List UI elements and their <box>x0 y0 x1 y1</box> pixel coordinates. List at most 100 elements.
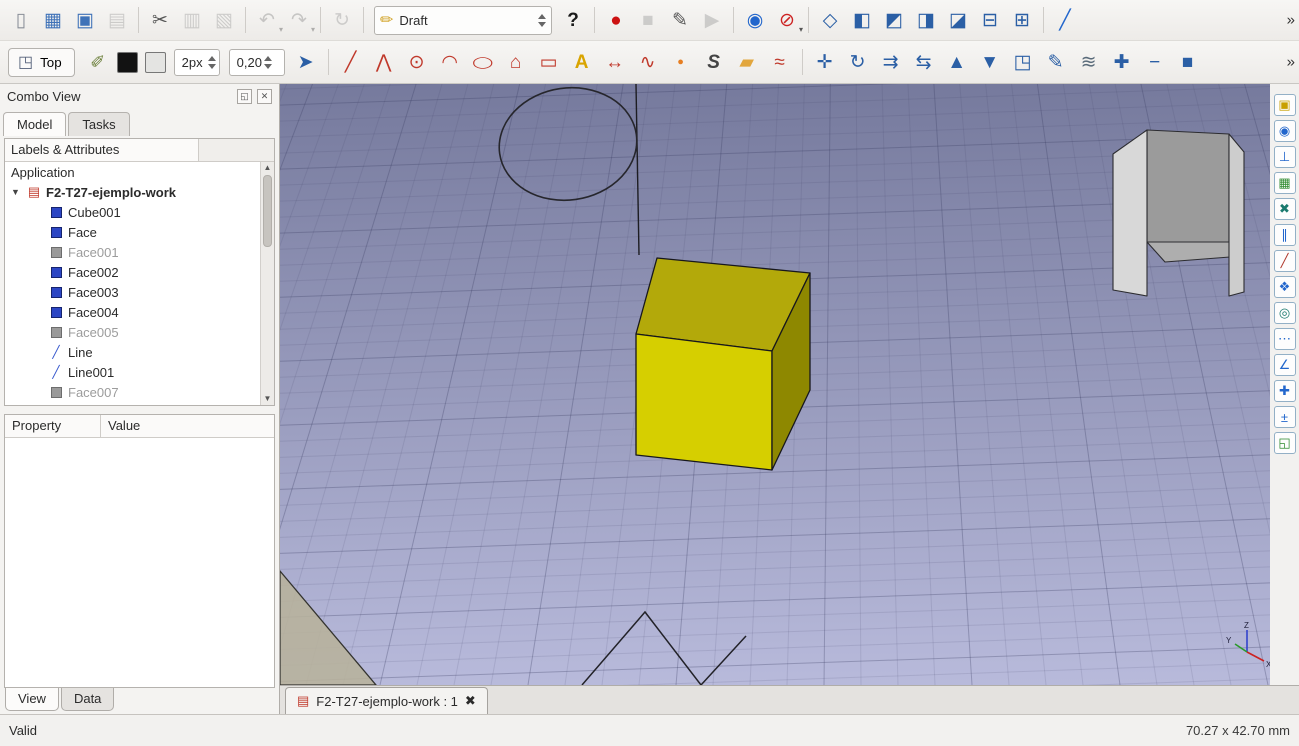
snap-grid-button[interactable]: ▦ <box>1273 172 1296 194</box>
snap-parallel-button[interactable]: ∥ <box>1273 224 1296 246</box>
undo-button[interactable]: ↶ ▾ <box>252 5 283 35</box>
snap-perpendicular-button[interactable]: ⊥ <box>1273 146 1296 168</box>
tree-item[interactable]: ▼ ▤ F2-T27-ejemplo-work <box>5 182 260 202</box>
draft-point-button[interactable]: ● <box>666 47 696 77</box>
measure-distance-button[interactable]: ╱ <box>1050 5 1080 35</box>
open-document-button[interactable]: ▦ <box>38 5 68 35</box>
dropdown-caret[interactable]: ▾ <box>799 25 803 34</box>
whats-this-button[interactable]: ? <box>558 5 588 35</box>
line-color-swatch[interactable] <box>116 51 138 73</box>
prism-right-face[interactable] <box>1228 133 1245 297</box>
tree-item[interactable]: ╱ Line001 <box>5 362 260 382</box>
draft-add-point-button[interactable]: ✚ <box>1107 47 1137 77</box>
toolbar-overflow-chevron[interactable]: » <box>1287 54 1295 71</box>
tree-item[interactable]: ╱ Line <box>5 342 260 362</box>
property-column-header[interactable]: Property <box>5 415 101 437</box>
prism-inner-back-face[interactable] <box>1146 129 1230 243</box>
draft-polygon-button[interactable]: ⌂ <box>501 47 531 77</box>
draft-trimex-button[interactable]: ⇆ <box>909 47 939 77</box>
3d-viewport[interactable]: Z Y X <box>280 84 1270 685</box>
tree-item[interactable]: Application <box>5 162 260 182</box>
tree-item[interactable]: Face <box>5 222 260 242</box>
draft-arc-button[interactable]: ◠ <box>435 47 465 77</box>
draw-style-button[interactable]: ⊘ ▾ <box>772 5 803 35</box>
macro-edit-button[interactable]: ✎ <box>665 5 695 35</box>
tree-item[interactable]: Cube001 <box>5 202 260 222</box>
spin-up-arrow[interactable] <box>263 55 272 61</box>
document-tab[interactable]: ▤ F2-T27-ejemplo-work : 1 ✖ <box>285 687 488 714</box>
draft-line-button[interactable]: ╱ <box>336 47 366 77</box>
yellow-cube[interactable] <box>635 257 811 471</box>
face-color-swatch[interactable] <box>144 51 166 73</box>
tree-item[interactable] <box>5 402 260 405</box>
tree-expander-icon[interactable]: ▼ <box>11 187 22 197</box>
view-right-button[interactable]: ◨ <box>911 5 941 35</box>
draft-downgrade-button[interactable]: ▼ <box>975 47 1005 77</box>
dropdown-caret[interactable]: ▾ <box>279 25 283 34</box>
draft-wire-to-bspline-button[interactable]: ≋ <box>1074 47 1104 77</box>
dropdown-caret[interactable]: ▾ <box>311 25 315 34</box>
view-axonometric-button[interactable]: ◇ <box>815 5 845 35</box>
tree-item[interactable]: Face001 <box>5 242 260 262</box>
tree-item[interactable]: Face004 <box>5 302 260 322</box>
close-tab-icon[interactable]: ✖ <box>465 693 476 709</box>
macro-record-button[interactable]: ● <box>601 5 631 35</box>
snap-dimensions-button[interactable]: ± <box>1273 406 1296 428</box>
draft-rotate-button[interactable]: ↻ <box>843 47 873 77</box>
draft-remove-point-button[interactable]: − <box>1140 47 1170 77</box>
refresh-button[interactable]: ↻ <box>327 5 357 35</box>
snap-intersection-button[interactable]: ✖ <box>1273 198 1296 220</box>
copy-button[interactable]: ▥ <box>177 5 207 35</box>
draft-text-button[interactable]: A <box>567 47 597 77</box>
spin-down-arrow[interactable] <box>538 21 546 27</box>
snap-ortho-button[interactable]: ◎ <box>1273 302 1296 324</box>
macro-stop-button[interactable]: ■ <box>633 5 663 35</box>
draft-bezier-button[interactable]: ≈ <box>765 47 795 77</box>
draft-wire-button[interactable]: ⋀ <box>369 47 399 77</box>
tree-item[interactable]: Face002 <box>5 262 260 282</box>
close-panel-button[interactable]: ✕ <box>257 88 272 104</box>
snap-extension-button[interactable]: ⋯ <box>1273 328 1296 350</box>
line-width-spinbox[interactable]: 2px <box>173 48 220 76</box>
snap-endpoint-button[interactable]: ◉ <box>1273 120 1296 142</box>
zoom-fit-all-button[interactable]: ◉ <box>740 5 770 35</box>
snap-working-plane-button[interactable]: ◱ <box>1273 432 1296 454</box>
tab-view[interactable]: View <box>5 688 59 711</box>
tree-header-label[interactable]: Labels & Attributes <box>5 139 199 161</box>
draft-shape2dview-button[interactable]: ■ <box>1173 47 1203 77</box>
view-left-button[interactable]: ⊞ <box>1007 5 1037 35</box>
spin-up-arrow[interactable] <box>538 13 546 19</box>
set-style-button[interactable]: ✐ <box>84 48 112 76</box>
tree-item[interactable]: Face005 <box>5 322 260 342</box>
draft-facebinder-button[interactable]: ▰ <box>732 47 762 77</box>
draft-move-button[interactable]: ✛ <box>810 47 840 77</box>
view-rear-button[interactable]: ◪ <box>943 5 973 35</box>
spin-down-arrow[interactable] <box>207 63 216 69</box>
snap-special-button[interactable]: ✚ <box>1273 380 1296 402</box>
macro-play-button[interactable]: ▶ <box>697 5 727 35</box>
draft-ellipse-button[interactable]: ◯ <box>468 47 498 77</box>
view-top-button[interactable]: ◩ <box>879 5 909 35</box>
draft-edit-button[interactable]: ✎ <box>1041 47 1071 77</box>
print-button[interactable]: ▤ <box>102 5 132 35</box>
cut-button[interactable]: ✂ <box>145 5 175 35</box>
snap-center-button[interactable]: ❖ <box>1273 276 1296 298</box>
value-column-header[interactable]: Value <box>101 415 274 437</box>
draft-circle-button[interactable]: ⊙ <box>402 47 432 77</box>
draft-dimension-button[interactable]: ↔ <box>600 47 630 77</box>
snap-lock-button[interactable]: ▣ <box>1273 94 1296 116</box>
toolbar-overflow-chevron[interactable]: » <box>1287 12 1295 29</box>
3d-scene[interactable]: Z Y X <box>280 84 1270 685</box>
tree-scrollbar[interactable]: ▲ ▼ <box>260 162 274 405</box>
redo-button[interactable]: ↷ ▾ <box>284 5 315 35</box>
float-panel-button[interactable]: ◱ <box>237 88 252 104</box>
new-document-button[interactable]: ▯ <box>6 5 36 35</box>
working-plane-button[interactable]: ◳ Top <box>8 47 75 77</box>
view-front-button[interactable]: ◧ <box>847 5 877 35</box>
snap-edge-button[interactable]: ╱ <box>1273 250 1296 272</box>
draft-shapestring-button[interactable]: S <box>699 47 729 77</box>
tab-data[interactable]: Data <box>60 688 115 711</box>
construction-mode-button[interactable]: ➤ <box>291 47 321 77</box>
spin-down-arrow[interactable] <box>263 63 272 69</box>
save-document-button[interactable]: ▣ <box>70 5 100 35</box>
